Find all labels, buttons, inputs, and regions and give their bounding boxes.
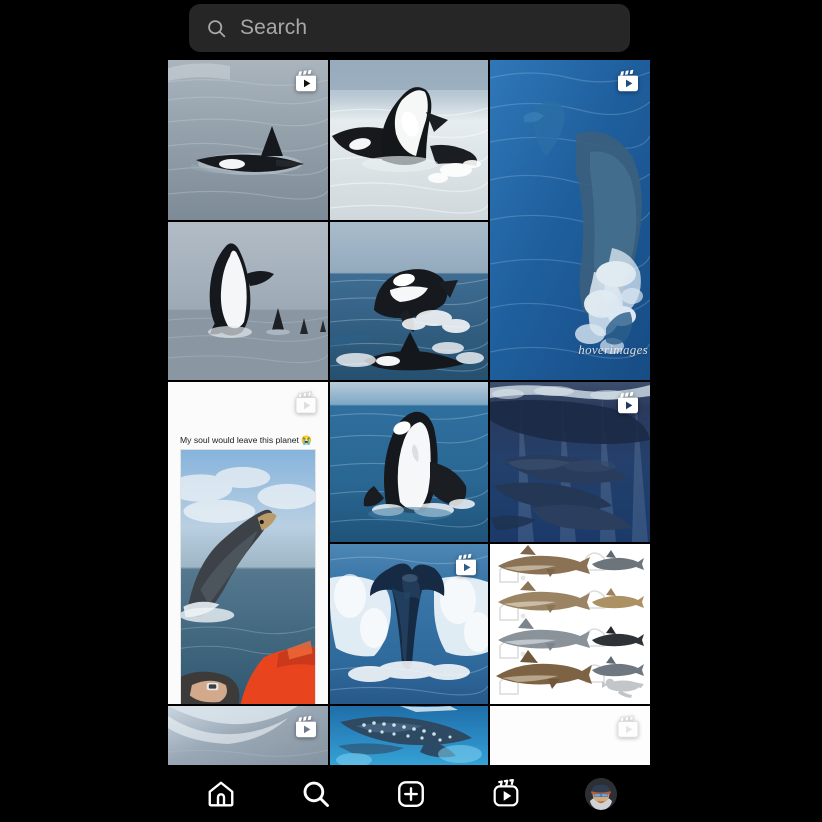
reels-icon — [293, 715, 319, 741]
reels-icon — [615, 715, 641, 741]
grid-tile-sperm-whales[interactable] — [490, 382, 650, 542]
grid-tile-whale-fluke[interactable] — [330, 544, 488, 704]
image-watermark: hoverimages — [578, 342, 648, 357]
search-icon — [301, 779, 331, 809]
reels-icon — [293, 391, 319, 417]
grid-tile-partial-white[interactable] — [490, 706, 650, 765]
tab-home[interactable] — [201, 774, 241, 814]
home-icon — [206, 779, 236, 809]
tab-reels[interactable] — [486, 774, 526, 814]
tile-artwork — [330, 706, 488, 765]
reels-icon — [615, 69, 641, 95]
reels-icon — [491, 778, 521, 809]
search-input-placeholder[interactable]: Search — [240, 16, 307, 40]
search-icon — [206, 18, 227, 39]
grid-tile-shark-chart[interactable] — [490, 544, 650, 704]
tile-artwork — [181, 450, 315, 704]
tile-artwork — [168, 222, 328, 380]
instagram-explore-screen: Search hoverimages My soul would leave t… — [0, 0, 822, 822]
tab-profile[interactable] — [581, 774, 621, 814]
grid-tile-aerial-whale[interactable]: hoverimages — [490, 60, 650, 380]
plus-square-icon — [396, 779, 426, 809]
tile-artwork — [330, 222, 488, 380]
reels-icon — [293, 69, 319, 95]
grid-tile-orcas-surf[interactable] — [330, 60, 488, 220]
inner-photo — [180, 449, 316, 704]
tile-artwork — [490, 544, 650, 704]
grid-tile-partial-whaleshark[interactable] — [330, 706, 488, 765]
tile-artwork — [330, 382, 488, 542]
grid-tile-screenshot-post[interactable]: My soul would leave this planet 😭 — [168, 382, 328, 704]
grid-tile-orca-surface[interactable] — [168, 60, 328, 220]
search-bar[interactable]: Search — [189, 4, 630, 52]
reels-icon — [453, 553, 479, 579]
tile-artwork — [490, 60, 650, 380]
avatar — [585, 777, 617, 810]
tile-artwork — [330, 60, 488, 220]
grid-tile-orca-spyhop[interactable] — [330, 382, 488, 542]
grid-tile-partial-pale[interactable] — [168, 706, 328, 765]
bottom-tab-bar — [0, 765, 822, 822]
grid-tile-orca-pod[interactable] — [330, 222, 488, 380]
grid-tile-orca-leap[interactable] — [168, 222, 328, 380]
tab-create[interactable] — [391, 774, 431, 814]
search-bar-container[interactable]: Search — [189, 4, 630, 52]
reels-icon — [615, 391, 641, 417]
explore-grid: hoverimages My soul would leave this pla… — [168, 60, 652, 765]
tab-search[interactable] — [296, 774, 336, 814]
post-caption-text: My soul would leave this planet 😭 — [180, 435, 313, 445]
